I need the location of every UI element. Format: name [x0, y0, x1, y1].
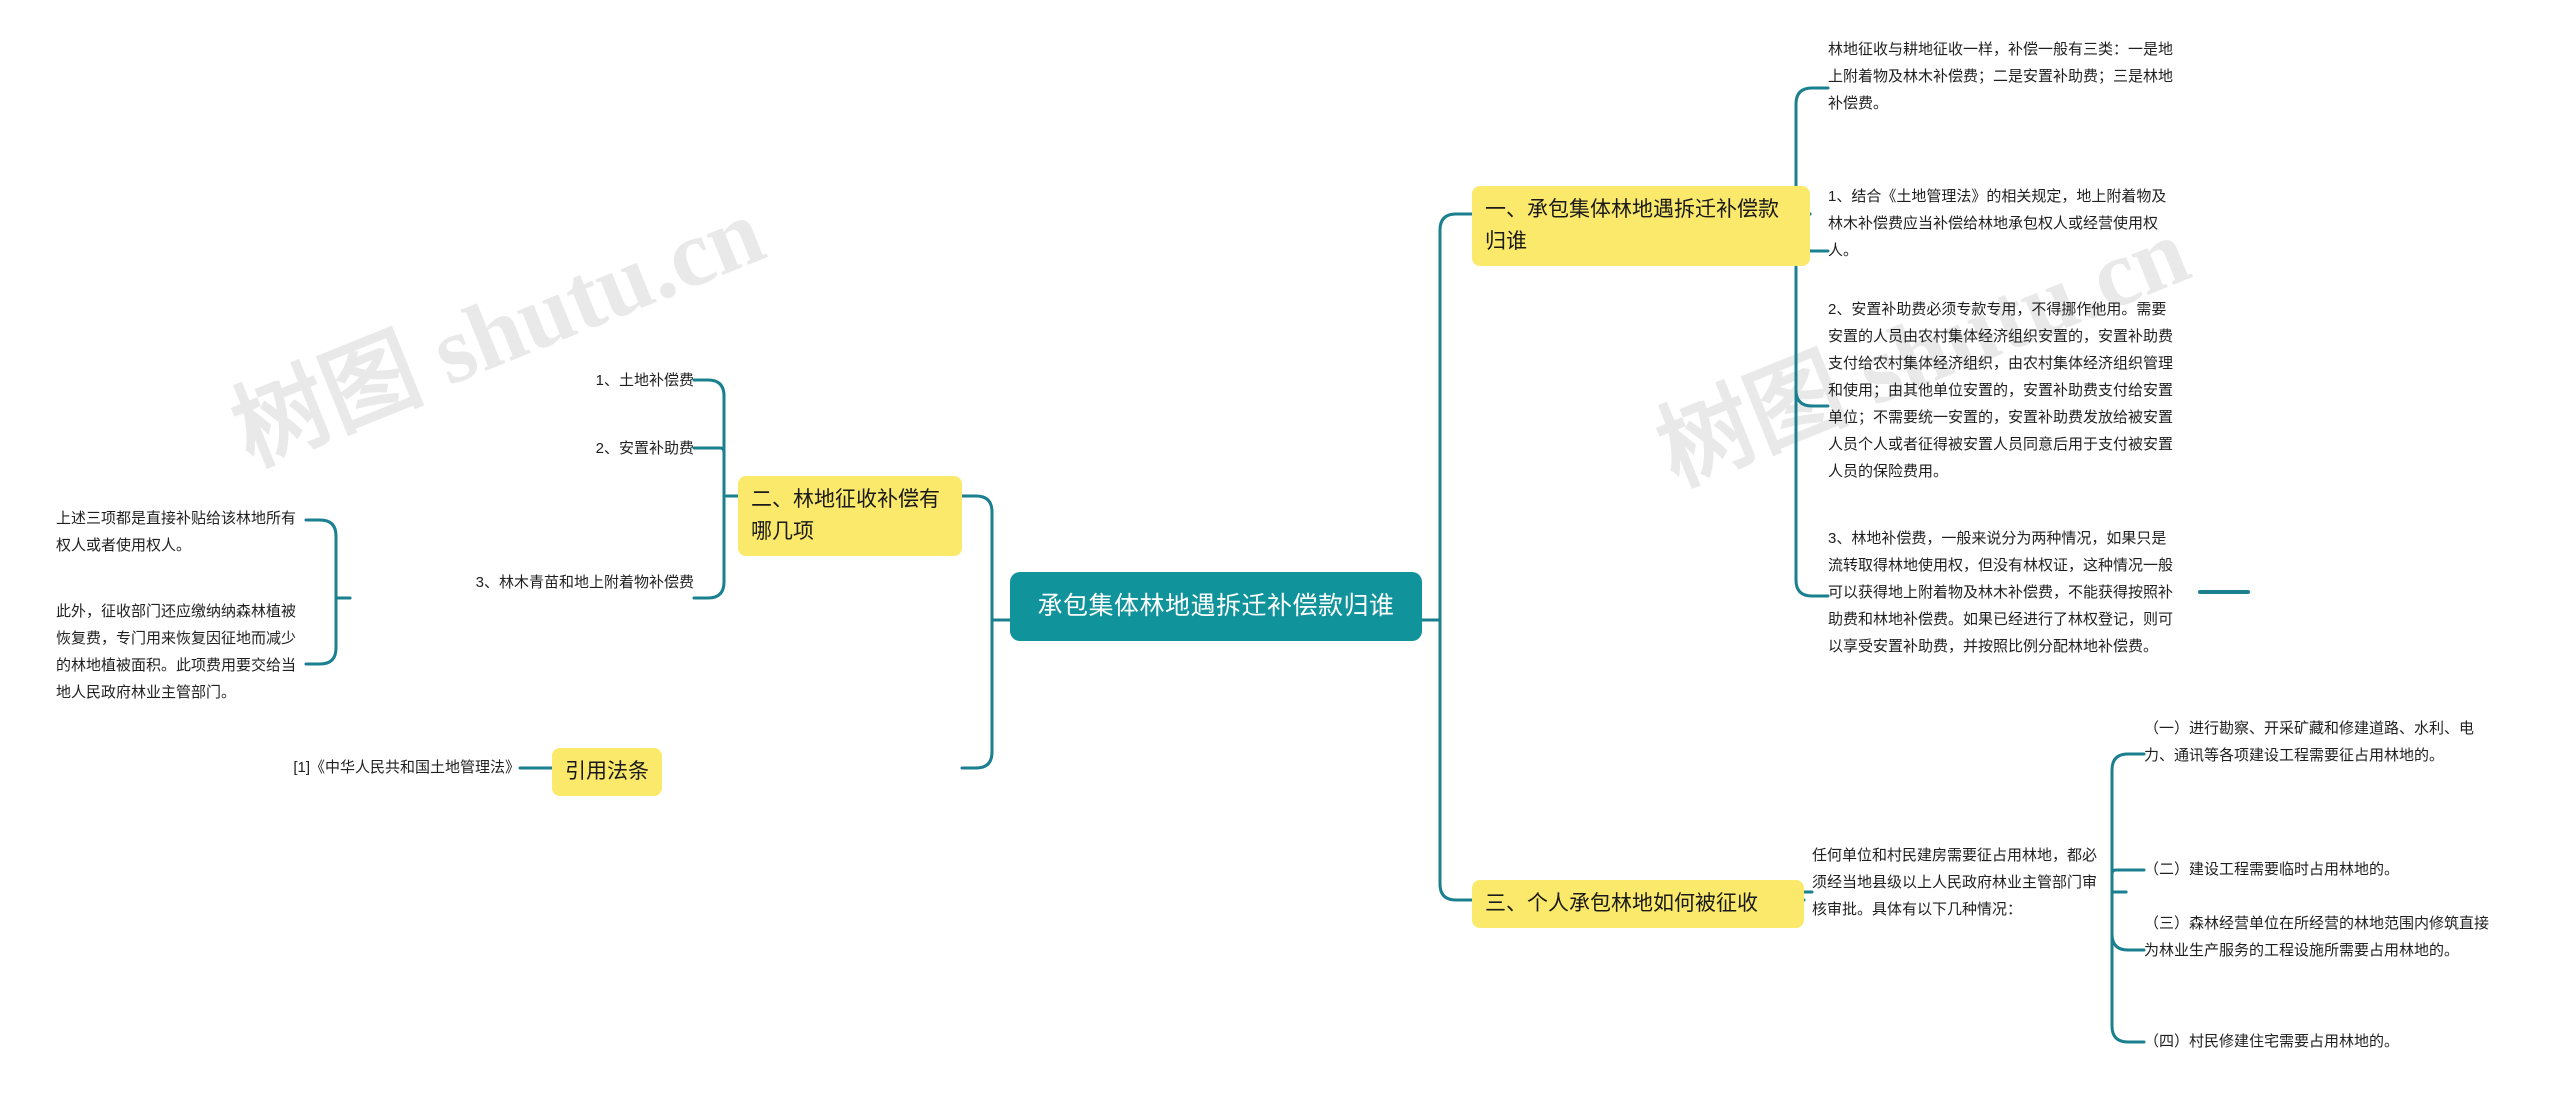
leaf-b4-c1: 任何单位和村民建房需要征占用林地，都必须经当地县级以上人民政府林业主管部门审核审… — [1812, 847, 2098, 918]
branch-node-1[interactable]: 一、承包集体林地遇拆迁补偿款归谁 — [1472, 186, 1810, 266]
branch-node-3[interactable]: 引用法条 — [552, 748, 662, 796]
leaf-b3-c1: [1]《中华人民共和国土地管理法》 — [293, 759, 520, 776]
leaf-b1-c3: 2、安置补助费必须专款专用，不得挪作他用。需要安置的人员由农村集体经济组织安置的… — [1828, 301, 2174, 480]
leaf-b1-c4: 3、林地补偿费，一般来说分为两种情况，如果只是流转取得林地使用权，但没有林权证，… — [1828, 530, 2174, 655]
leaf-b4-c1-d3: （三）森林经营单位在所经营的林地范围内修筑直接为林业生产服务的工程设施所需要占用… — [2144, 915, 2490, 959]
leaf-b2-c3-d1: 上述三项都是直接补贴给该林地所有权人或者使用权人。 — [56, 510, 297, 554]
leaf-b4-c1-d1: （一）进行勘察、开采矿藏和修建道路、水利、电力、通讯等各项建设工程需要征占用林地… — [2144, 720, 2475, 764]
leaf-b2-c3: 3、林木青苗和地上附着物补偿费 — [475, 574, 694, 591]
leaf-b2-c3-d2: 此外，征收部门还应缴纳纳森林植被恢复费，专门用来恢复因征地而减少的林地植被面积。… — [56, 603, 297, 701]
leaf-b2-c2: 2、安置补助费 — [595, 440, 694, 457]
leaf-b2-c1: 1、土地补偿费 — [595, 372, 694, 389]
root-node[interactable]: 承包集体林地遇拆迁补偿款归谁 — [1010, 572, 1422, 641]
leaf-b4-c1-d4: （四）村民修建住宅需要占用林地的。 — [2144, 1033, 2400, 1050]
leaf-b1-c2: 1、结合《土地管理法》的相关规定，地上附着物及林木补偿费应当补偿给林地承包权人或… — [1828, 188, 2167, 259]
leaf-b1-c1: 林地征收与耕地征收一样，补偿一般有三类：一是地上附着物及林木补偿费；二是安置补助… — [1828, 41, 2174, 112]
leaf-b4-c1-d2: （二）建设工程需要临时占用林地的。 — [2144, 861, 2400, 878]
branch-node-4[interactable]: 三、个人承包林地如何被征收 — [1472, 880, 1804, 928]
mindmap-canvas: 树图 shutu.cn 树图 shutu.cn 承包集体林地遇拆迁补偿款归谁 一… — [0, 0, 2560, 1118]
branch-node-2[interactable]: 二、林地征收补偿有哪几项 — [738, 476, 962, 556]
